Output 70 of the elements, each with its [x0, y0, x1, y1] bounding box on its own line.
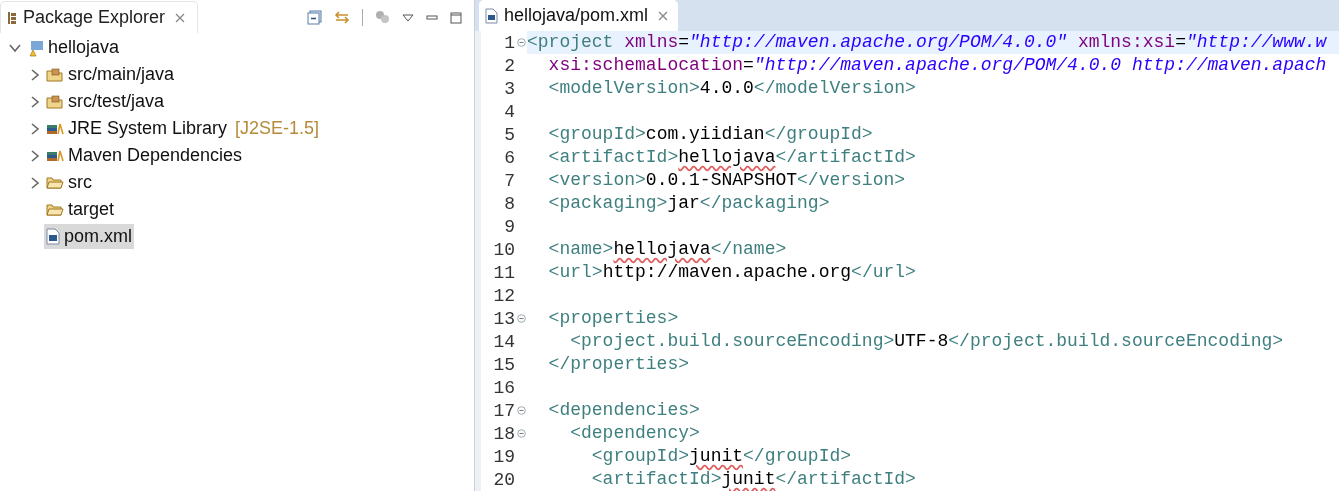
line-number: 13 — [492, 308, 515, 329]
package-folder-icon — [46, 66, 64, 83]
code-line: <url>http://maven.apache.org</url> — [547, 261, 917, 284]
chevron-icon[interactable] — [29, 176, 41, 189]
fold-icon[interactable] — [516, 38, 526, 47]
view-menu-icon[interactable] — [402, 12, 414, 23]
line-number: 2 — [503, 55, 515, 76]
view-tab[interactable]: Package Explorer — [0, 1, 199, 33]
file-icon — [485, 7, 498, 24]
line-number: 7 — [503, 170, 515, 191]
code-line: <modelVersion>4.0.0</modelVersion> — [547, 77, 917, 100]
code-line: </properties> — [547, 353, 691, 376]
code-line: <dependencies> — [547, 399, 701, 422]
code-line: <artifactId>hellojava</artifactId> — [547, 146, 917, 169]
tree-item[interactable]: JRE System Library [J2SE-1.5] — [44, 116, 322, 141]
chevron-icon[interactable] — [29, 149, 41, 162]
link-arrows-icon[interactable] — [334, 10, 350, 25]
line-number: 3 — [503, 78, 515, 99]
minimize-icon[interactable] — [426, 12, 438, 23]
code-line: <artifactId>junit</artifactId> — [590, 468, 917, 491]
line-number: 10 — [492, 239, 515, 260]
tree-item[interactable]: pom.xml — [44, 224, 134, 249]
code-line: <name>hellojava</name> — [547, 238, 788, 261]
file-icon — [46, 228, 60, 245]
project-icon — [26, 38, 44, 57]
package-folder-icon — [46, 93, 64, 110]
code-line: <project.build.sourceEncoding>UTF-8</project.build.sourceEncoding> — [569, 330, 1285, 353]
maximize-icon[interactable] — [450, 11, 462, 24]
line-number: 17 — [492, 400, 515, 421]
chevron-icon[interactable] — [29, 122, 41, 135]
editor-tab[interactable]: hellojava/pom.xml — [479, 0, 679, 31]
fold-icon[interactable] — [516, 406, 526, 415]
line-number: 5 — [503, 124, 515, 145]
chevron-icon[interactable] — [29, 68, 41, 81]
line-number: 19 — [492, 446, 515, 467]
tree-item[interactable]: src/main/java — [44, 62, 177, 87]
code-line: <dependency> — [569, 422, 701, 445]
tree-item[interactable]: target — [44, 197, 117, 222]
fold-icon[interactable] — [516, 429, 526, 438]
chevron-icon[interactable] — [29, 95, 41, 108]
tree-item[interactable]: hellojava — [24, 35, 122, 60]
close-icon[interactable] — [658, 10, 669, 21]
line-number: 12 — [492, 285, 515, 306]
line-number: 4 — [503, 101, 515, 122]
library-version: [J2SE-1.5] — [235, 118, 320, 139]
line-number: 6 — [503, 147, 515, 168]
line-number: 16 — [492, 377, 515, 398]
line-number: 18 — [492, 423, 515, 444]
code-line: <version>0.0.1-SNAPSHOT</version> — [547, 169, 907, 192]
line-number: 14 — [492, 331, 515, 352]
folder-icon — [46, 201, 64, 218]
code-line: <groupId>com.yiidian</groupId> — [547, 123, 874, 146]
code-line: xsi:schemaLocation="http://maven.apache.org/POM/4.0.0 http://maven.apach — [547, 54, 1328, 77]
tree-item[interactable]: src — [44, 170, 94, 195]
code-line: <groupId>junit</groupId> — [590, 445, 853, 468]
line-number: 20 — [492, 469, 515, 490]
line-number: 15 — [492, 354, 515, 375]
folder-icon — [46, 174, 64, 191]
tree-item[interactable]: Maven Dependencies — [44, 143, 245, 168]
close-icon[interactable] — [175, 12, 186, 23]
collapse-all-icon[interactable] — [307, 10, 322, 25]
line-number: 8 — [503, 193, 515, 214]
line-number: 9 — [503, 216, 515, 237]
code-line: <properties> — [547, 307, 680, 330]
line-number: 1 — [503, 32, 515, 53]
fold-icon[interactable] — [516, 314, 526, 323]
tree-item[interactable]: src/test/java — [44, 89, 167, 114]
code-line: <packaging>jar</packaging> — [547, 192, 831, 215]
line-number: 11 — [492, 262, 515, 283]
package-explorer-icon — [7, 10, 17, 25]
